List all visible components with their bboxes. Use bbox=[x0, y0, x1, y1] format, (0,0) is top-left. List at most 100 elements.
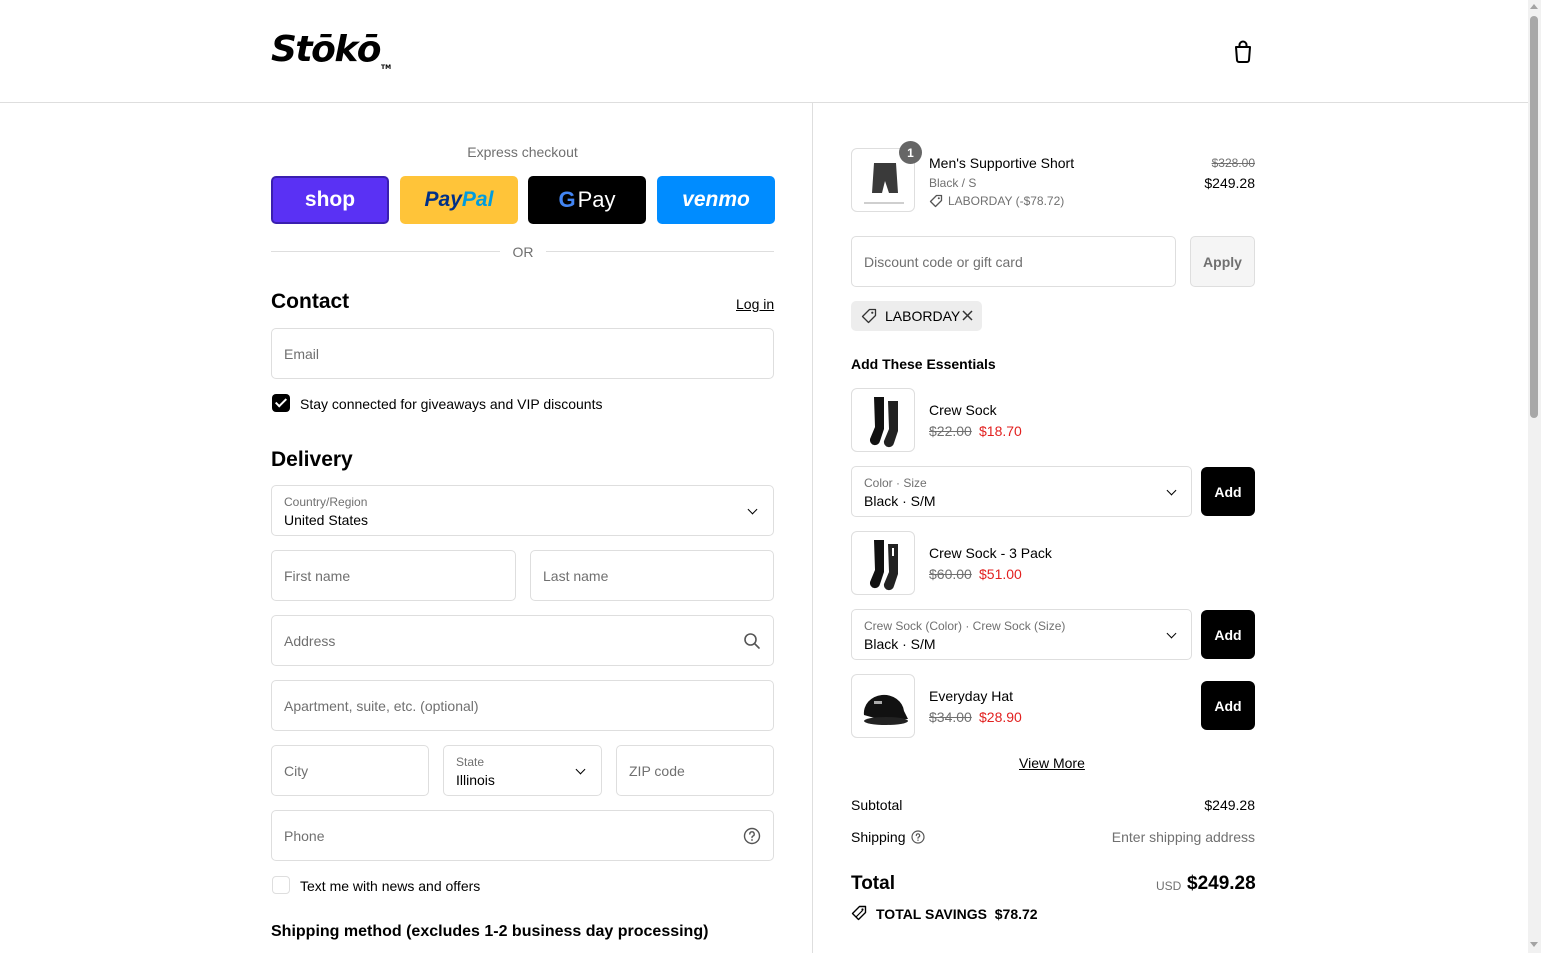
sms-checkbox[interactable] bbox=[272, 876, 290, 894]
scroll-thumb[interactable] bbox=[1530, 16, 1538, 418]
or-divider-text: OR bbox=[512, 244, 534, 260]
email-field[interactable]: Email bbox=[271, 328, 774, 379]
express-checkout-label: Express checkout bbox=[467, 144, 578, 160]
apartment-field[interactable]: Apartment, suite, etc. (optional) bbox=[271, 680, 774, 731]
crew-sock-name: Crew Sock bbox=[929, 402, 997, 418]
country-label: Country/Region bbox=[284, 495, 368, 509]
store-logo[interactable]: StōkōTM bbox=[271, 30, 391, 88]
country-value: United States bbox=[284, 512, 369, 528]
phone-field[interactable]: Phone bbox=[271, 810, 774, 861]
applied-discount-chip: LABORDAY bbox=[851, 301, 982, 331]
help-icon[interactable] bbox=[911, 830, 925, 844]
state-select[interactable]: State Illinois bbox=[443, 745, 602, 796]
subtotal-value: $249.28 bbox=[1204, 797, 1255, 813]
total-savings-value: $78.72 bbox=[994, 906, 1038, 922]
paypal-button[interactable]: Pay Pal bbox=[400, 176, 518, 224]
essentials-heading: Add These Essentials bbox=[851, 356, 996, 372]
discount-tag-icon bbox=[929, 194, 943, 208]
email-placeholder: Email bbox=[284, 346, 320, 362]
last-name-field[interactable]: Last name bbox=[530, 550, 774, 601]
city-placeholder: City bbox=[284, 763, 309, 779]
discount-tag-icon bbox=[861, 308, 877, 324]
address-field[interactable]: Address bbox=[271, 615, 774, 666]
phone-placeholder: Phone bbox=[284, 828, 325, 844]
variant-select-value: Black · S/M bbox=[864, 636, 936, 652]
site-header: StōkōTM bbox=[0, 0, 1528, 103]
page-scrollbar[interactable] bbox=[1528, 0, 1541, 953]
shop-pay-button[interactable]: shop bbox=[271, 176, 389, 224]
help-icon[interactable] bbox=[743, 827, 761, 845]
crew-sock-sale-price: $18.70 bbox=[979, 423, 1022, 439]
logo-trademark: TM bbox=[381, 64, 392, 71]
total-value: $249.28 bbox=[1187, 873, 1256, 894]
variant-select-label: Crew Sock (Color) · Crew Sock (Size) bbox=[864, 619, 1066, 633]
view-more-link[interactable]: View More bbox=[1019, 755, 1085, 771]
google-g-icon: G bbox=[558, 187, 576, 212]
newsletter-label: Stay connected for giveaways and VIP dis… bbox=[300, 396, 603, 412]
scroll-up-arrow-icon[interactable] bbox=[1530, 4, 1538, 9]
city-field[interactable]: City bbox=[271, 745, 429, 796]
venmo-logo: venmo bbox=[682, 188, 750, 211]
discount-code-field[interactable]: Discount code or gift card bbox=[851, 236, 1176, 287]
sms-label: Text me with news and offers bbox=[300, 878, 481, 894]
country-select[interactable]: Country/Region United States bbox=[271, 485, 774, 536]
first-name-field[interactable]: First name bbox=[271, 550, 516, 601]
everyday-hat-original-price: $34.00 bbox=[929, 709, 972, 725]
product-variant: Black / S bbox=[929, 176, 977, 190]
order-summary-panel bbox=[812, 103, 1528, 953]
sock-image bbox=[869, 540, 898, 591]
apply-discount-button[interactable]: Apply bbox=[1190, 236, 1255, 287]
everyday-hat-name: Everyday Hat bbox=[929, 688, 1014, 704]
product-name: Men's Supportive Short bbox=[929, 155, 1075, 171]
paypal-logo-pay: Pay bbox=[424, 188, 462, 211]
total-label: Total bbox=[851, 873, 895, 894]
scroll-down-arrow-icon[interactable] bbox=[1530, 942, 1538, 947]
subtotal-label: Subtotal bbox=[851, 797, 903, 813]
crew-sock-3-pack-variant-select[interactable]: Crew Sock (Color) · Crew Sock (Size) Bla… bbox=[851, 609, 1192, 660]
google-pay-text: Pay bbox=[577, 187, 616, 212]
apartment-placeholder: Apartment, suite, etc. (optional) bbox=[284, 698, 479, 714]
login-link[interactable]: Log in bbox=[736, 296, 774, 312]
savings-tag-icon bbox=[851, 905, 867, 921]
chevron-down-icon bbox=[747, 504, 758, 515]
shop-pay-logo: shop bbox=[304, 188, 356, 211]
everyday-hat-sale-price: $28.90 bbox=[979, 709, 1022, 725]
add-crew-sock-3-pack-button[interactable]: Add bbox=[1201, 610, 1255, 659]
search-icon bbox=[744, 633, 760, 649]
crew-sock-3-pack-thumbnail bbox=[851, 531, 915, 595]
crew-sock-thumbnail bbox=[851, 388, 915, 452]
quantity-badge: 1 bbox=[899, 141, 922, 164]
shopping-bag-icon[interactable] bbox=[1230, 38, 1256, 64]
crew-sock-original-price: $22.00 bbox=[929, 423, 972, 439]
paypal-logo-pal: Pal bbox=[461, 188, 494, 211]
crew-sock-3-pack-original-price: $60.00 bbox=[929, 566, 972, 582]
add-everyday-hat-button[interactable]: Add bbox=[1201, 681, 1255, 730]
zip-field[interactable]: ZIP code bbox=[616, 745, 774, 796]
add-crew-sock-button[interactable]: Add bbox=[1201, 467, 1255, 516]
divider-right bbox=[546, 251, 774, 252]
zip-placeholder: ZIP code bbox=[629, 763, 685, 779]
logo-text: Stōkō bbox=[271, 29, 382, 70]
last-name-placeholder: Last name bbox=[543, 568, 609, 584]
contact-heading: Contact bbox=[271, 290, 350, 313]
product-discount: LABORDAY (-$78.72) bbox=[948, 194, 1065, 208]
hat-image bbox=[863, 694, 908, 725]
crew-sock-variant-select[interactable]: Color · Size Black · S/M bbox=[851, 466, 1192, 517]
applied-discount-code: LABORDAY bbox=[885, 308, 961, 324]
sock-image bbox=[869, 397, 898, 448]
newsletter-checkbox[interactable] bbox=[272, 394, 290, 412]
delivery-heading: Delivery bbox=[271, 448, 353, 471]
state-value: Illinois bbox=[456, 772, 495, 788]
product-original-price: $328.00 bbox=[1211, 156, 1255, 170]
venmo-button[interactable]: venmo bbox=[657, 176, 775, 224]
variant-select-value: Black · S/M bbox=[864, 493, 936, 509]
remove-discount-close-icon[interactable] bbox=[961, 309, 974, 322]
divider-left bbox=[271, 251, 500, 252]
total-savings-label: TOTAL SAVINGS bbox=[876, 906, 987, 922]
shipping-value: Enter shipping address bbox=[1111, 829, 1255, 845]
google-pay-button[interactable]: G Pay bbox=[528, 176, 646, 224]
first-name-placeholder: First name bbox=[284, 568, 351, 584]
chevron-down-icon bbox=[575, 764, 586, 775]
everyday-hat-thumbnail bbox=[851, 674, 915, 738]
address-placeholder: Address bbox=[284, 633, 336, 649]
